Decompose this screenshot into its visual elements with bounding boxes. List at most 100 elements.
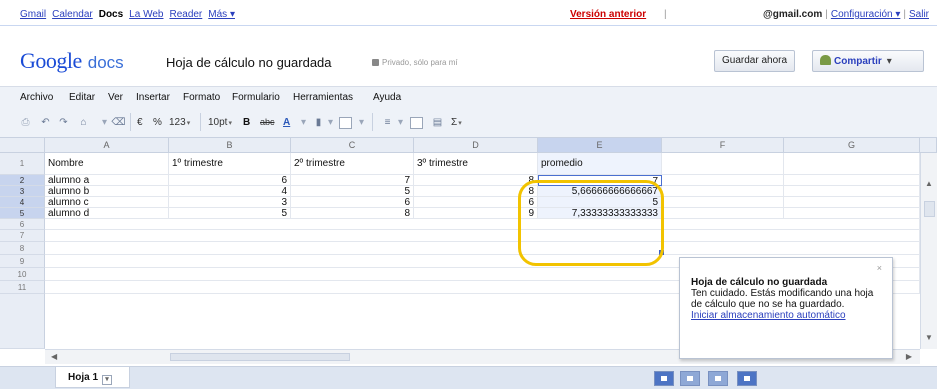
gbar-link-docs[interactable]: Docs <box>99 9 123 20</box>
empty-row[interactable] <box>45 242 920 255</box>
start-autosave-link[interactable]: Iniciar almacenamiento automático <box>691 310 883 321</box>
currency-format-button[interactable]: € <box>137 114 143 131</box>
row-header-8[interactable]: 8 <box>0 242 45 255</box>
merge-cells-icon[interactable] <box>410 117 423 129</box>
sheet-nav-button[interactable] <box>680 371 700 386</box>
text-color-button[interactable]: A <box>283 114 290 131</box>
cell-a1[interactable]: Nombre <box>45 153 169 175</box>
row-header-1[interactable]: 1 <box>0 153 45 175</box>
cell-a3[interactable]: alumno b <box>45 186 169 197</box>
cell-f5[interactable] <box>662 208 784 219</box>
cell-b5[interactable]: 5 <box>169 208 291 219</box>
number-format-button[interactable]: 123▾ <box>169 114 190 131</box>
paint-format-icon[interactable]: ⌂ <box>76 114 91 131</box>
row-header-5[interactable]: 5 <box>0 208 45 219</box>
settings-link[interactable]: Configuración ▾ <box>831 9 901 20</box>
column-header-e[interactable]: E <box>538 138 662 153</box>
save-now-button[interactable]: Guardar ahora <box>714 50 796 72</box>
menu-archivo[interactable]: Archivo <box>20 92 53 103</box>
menu-formato[interactable]: Formato <box>183 92 220 103</box>
clear-format-icon[interactable]: ⌫ <box>111 114 126 131</box>
cell-c5[interactable]: 8 <box>291 208 414 219</box>
sum-button[interactable]: Σ▾ <box>451 114 462 131</box>
cell-a5[interactable]: alumno d <box>45 208 169 219</box>
sheet-nav-button[interactable] <box>737 371 757 386</box>
cell-f4[interactable] <box>662 197 784 208</box>
gbar-link-reader[interactable]: Reader <box>169 9 202 20</box>
chevron-down-icon[interactable]: ▾ <box>393 114 408 131</box>
gbar-link-gmail[interactable]: Gmail <box>20 9 46 20</box>
cell-g5[interactable] <box>784 208 920 219</box>
horizontal-scroll-thumb[interactable] <box>170 353 350 361</box>
scroll-left-icon[interactable]: ◀ <box>51 352 57 361</box>
close-icon[interactable]: × <box>877 263 882 274</box>
borders-icon[interactable] <box>339 117 352 129</box>
cell-a2[interactable]: alumno a <box>45 175 169 186</box>
bold-button[interactable]: B <box>243 114 250 131</box>
gbar-link-more[interactable]: Más ▾ <box>208 9 235 20</box>
column-header-f[interactable]: F <box>662 138 784 153</box>
cell-b2[interactable]: 6 <box>169 175 291 186</box>
scroll-right-icon[interactable]: ▶ <box>906 352 912 361</box>
undo-icon[interactable]: ↶ <box>38 114 53 131</box>
row-header-9[interactable]: 9 <box>0 255 45 268</box>
vertical-scroll-thumb[interactable] <box>924 201 935 217</box>
scroll-down-icon[interactable]: ▼ <box>925 333 933 342</box>
cell-b3[interactable]: 4 <box>169 186 291 197</box>
sheet-nav-button[interactable] <box>708 371 728 386</box>
signout-link[interactable]: Salir <box>909 9 929 20</box>
gbar-link-calendar[interactable]: Calendar <box>52 9 93 20</box>
google-docs-logo[interactable]: Google docs <box>20 48 124 74</box>
row-header-3[interactable]: 3 <box>0 186 45 197</box>
row-header-10[interactable]: 10 <box>0 268 45 281</box>
print-icon[interactable]: ⎙ <box>18 114 33 131</box>
scroll-up-icon[interactable]: ▲ <box>925 179 933 188</box>
chevron-down-icon[interactable]: ▾ <box>354 114 369 131</box>
cell-f3[interactable] <box>662 186 784 197</box>
column-header-c[interactable]: C <box>291 138 414 153</box>
cell-g2[interactable] <box>784 175 920 186</box>
font-size-select[interactable]: 10pt▾ <box>208 114 232 131</box>
column-header-b[interactable]: B <box>169 138 291 153</box>
menu-formulario[interactable]: Formulario <box>232 92 280 103</box>
row-header-2[interactable]: 2 <box>0 175 45 186</box>
empty-row[interactable] <box>45 230 920 242</box>
cell-e1[interactable]: promedio <box>538 153 662 175</box>
sheet-nav-button[interactable] <box>654 371 674 386</box>
cell-g3[interactable] <box>784 186 920 197</box>
menu-editar[interactable]: Editar <box>69 92 95 103</box>
menu-ayuda[interactable]: Ayuda <box>373 92 401 103</box>
cell-c4[interactable]: 6 <box>291 197 414 208</box>
menu-ver[interactable]: Ver <box>108 92 123 103</box>
strikethrough-button[interactable]: abc <box>260 114 275 131</box>
account-email[interactable]: @gmail.com <box>763 9 822 20</box>
redo-icon[interactable]: ↷ <box>56 114 71 131</box>
cell-c2[interactable]: 7 <box>291 175 414 186</box>
cell-g1[interactable] <box>784 153 920 175</box>
cell-c1[interactable]: 2º trimestre <box>291 153 414 175</box>
cell-d2[interactable]: 8 <box>414 175 538 186</box>
row-header-11[interactable]: 11 <box>0 281 45 294</box>
gbar-link-web[interactable]: La Web <box>129 9 163 20</box>
wrap-text-icon[interactable]: ▤ <box>430 114 445 131</box>
row-header-6[interactable]: 6 <box>0 219 45 230</box>
cell-f1[interactable] <box>662 153 784 175</box>
column-header-g[interactable]: G <box>784 138 920 153</box>
menu-insertar[interactable]: Insertar <box>136 92 170 103</box>
cell-c3[interactable]: 5 <box>291 186 414 197</box>
document-title[interactable]: Hoja de cálculo no guardada <box>166 55 332 70</box>
row-header-7[interactable]: 7 <box>0 230 45 242</box>
cell-b4[interactable]: 3 <box>169 197 291 208</box>
empty-row[interactable] <box>45 219 920 230</box>
row-header-4[interactable]: 4 <box>0 197 45 208</box>
share-button[interactable]: Compartir ▾ <box>812 50 924 72</box>
previous-version-link[interactable]: Versión anterior <box>570 9 646 20</box>
cell-g4[interactable] <box>784 197 920 208</box>
chevron-down-icon[interactable]: ▾ <box>296 114 311 131</box>
cell-a4[interactable]: alumno c <box>45 197 169 208</box>
sheet-tab-hoja1[interactable]: Hoja 1 ▾ <box>55 367 130 388</box>
cell-f2[interactable] <box>662 175 784 186</box>
column-header-d[interactable]: D <box>414 138 538 153</box>
vertical-scrollbar[interactable]: ▲ ▼ <box>920 153 937 349</box>
dropdown-icon[interactable]: ▾ <box>97 114 112 131</box>
